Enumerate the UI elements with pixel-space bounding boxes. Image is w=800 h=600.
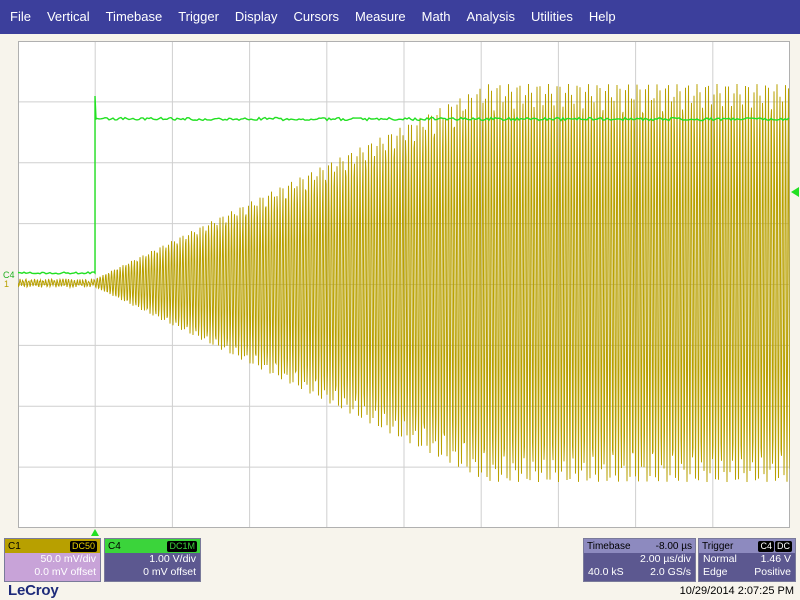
menu-analysis[interactable]: Analysis — [459, 0, 523, 34]
waveform-display[interactable] — [18, 41, 790, 528]
menu-utilities[interactable]: Utilities — [523, 0, 581, 34]
menu-measure[interactable]: Measure — [347, 0, 414, 34]
trigger-descriptor[interactable]: Trigger C4 DC Normal 1.46 V Edge Positiv… — [698, 538, 796, 582]
menu-file[interactable]: File — [0, 0, 39, 34]
menu-cursors[interactable]: Cursors — [286, 0, 348, 34]
triangle-up-icon[interactable] — [90, 528, 100, 537]
c4-descriptor[interactable]: C4 DC1M 1.00 V/div 0 mV offset — [104, 538, 201, 582]
c4-offset: 0 mV offset — [105, 566, 200, 579]
c1-ground-marker[interactable]: 1 — [4, 279, 9, 289]
menu-bar: File Vertical Timebase Trigger Display C… — [0, 0, 800, 34]
c4-vdiv: 1.00 V/div — [105, 553, 200, 566]
triangle-left-icon[interactable] — [790, 186, 800, 198]
trigger-level: 1.46 V — [761, 553, 791, 566]
brand-logo: LeCroy — [8, 582, 58, 599]
timebase-descriptor[interactable]: Timebase -8.00 µs 2.00 µs/div 40.0 kS 2.… — [583, 538, 696, 582]
timebase-delay: -8.00 µs — [656, 541, 692, 552]
channel-markers: C4 1 — [0, 260, 20, 290]
timebase-samples: 40.0 kS — [588, 566, 624, 579]
trigger-source-badge: C4 — [758, 541, 774, 552]
timebase-rate: 2.0 GS/s — [650, 566, 691, 579]
c1-vdiv: 50.0 mV/div — [5, 553, 100, 566]
trigger-slope: Positive — [754, 566, 791, 579]
c1-label: C1 — [8, 541, 21, 552]
trigger-label: Trigger — [702, 541, 733, 552]
trigger-mode: Normal — [703, 553, 737, 566]
trigger-type: Edge — [703, 566, 728, 579]
trigger-coupling-badge: DC — [775, 541, 792, 552]
timestamp: 10/29/2014 2:07:25 PM — [680, 585, 794, 597]
c1-coupling-badge: DC50 — [70, 541, 97, 552]
c4-coupling-badge: DC1M — [167, 541, 197, 552]
menu-vertical[interactable]: Vertical — [39, 0, 98, 34]
c1-offset: 0.0 mV offset — [5, 566, 100, 579]
menu-timebase[interactable]: Timebase — [98, 0, 171, 34]
menu-help[interactable]: Help — [581, 0, 624, 34]
menu-math[interactable]: Math — [414, 0, 459, 34]
menu-display[interactable]: Display — [227, 0, 286, 34]
waveform-canvas — [18, 41, 790, 528]
c1-descriptor[interactable]: C1 DC50 50.0 mV/div 0.0 mV offset — [4, 538, 101, 582]
timebase-tdiv: 2.00 µs/div — [584, 553, 695, 566]
menu-trigger[interactable]: Trigger — [170, 0, 227, 34]
timebase-label: Timebase — [587, 541, 631, 552]
c4-label: C4 — [108, 541, 121, 552]
